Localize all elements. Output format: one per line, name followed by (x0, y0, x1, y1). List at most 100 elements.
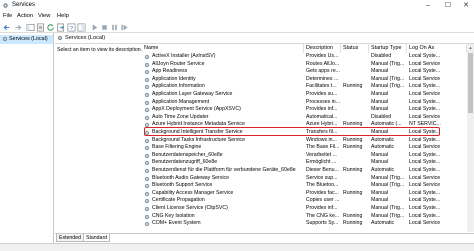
tree-item-services-local[interactable]: Services (Local) (0, 35, 53, 44)
service-row[interactable]: Benutzerdatenspeicher_60e8e Verarbeitet .… (142, 152, 474, 160)
service-status-cell: Running (343, 167, 363, 173)
service-name-cell: Benutzerdatenspeicher_60e8e (152, 151, 223, 158)
service-row[interactable]: Application Information Facilitates t... R… (142, 83, 474, 91)
pause-service-icon[interactable] (110, 23, 119, 32)
service-startup-cell: Manual (Trig... (371, 182, 405, 189)
view-tabs: Extended Standard (55, 233, 474, 242)
service-logon-cell: Local Syste... (409, 197, 441, 204)
title-bar: Services – ☐ ✕ (0, 0, 474, 12)
menu-view[interactable]: View (38, 13, 50, 19)
console-tree: Services (Local) (0, 33, 54, 251)
service-status-cell (343, 53, 369, 61)
minimize-button[interactable]: – (418, 0, 438, 12)
service-row[interactable]: App Readiness Gets apps re... Manual Local … (142, 68, 474, 76)
service-row[interactable]: Application Layer Gateway Service Provide… (142, 91, 474, 99)
service-gear-icon (144, 206, 150, 212)
close-button[interactable]: ✕ (456, 0, 474, 12)
service-row[interactable]: Capability Access Manager Service Provide… (142, 190, 474, 198)
forward-arrow-icon[interactable] (13, 23, 22, 32)
service-name-cell: ActiveX Installer (AxInstSV) (152, 53, 216, 59)
service-gear-icon (144, 115, 150, 120)
menu-file[interactable]: File (3, 13, 12, 19)
service-logon-cell: Local Syste... (409, 53, 441, 59)
service-description-cell: The Base Fil... (306, 144, 340, 151)
service-logon-cell: Local Syste... (409, 159, 441, 166)
service-row[interactable]: Application Identity Determines ... Manual… (142, 76, 474, 84)
service-gear-icon (144, 184, 150, 189)
service-name-cell: Application Identity (152, 75, 196, 82)
service-logon-cell: Local Service (409, 174, 441, 181)
vertical-scrollbar[interactable]: ▲ (467, 44, 474, 232)
service-row[interactable]: Application Management Processes in... Man… (142, 99, 474, 107)
service-startup-cell: Automatic (371, 136, 395, 143)
service-row[interactable]: Auto Time Zone Updater Automatical... Disa… (142, 114, 474, 122)
start-service-icon[interactable] (90, 23, 99, 32)
service-startup-cell: Automatic (371, 144, 395, 151)
column-header-log-on-as[interactable]: Log On As (407, 44, 467, 53)
service-name-cell: Benutzerdienst für die Plattform für ver… (152, 167, 296, 173)
pane-title: Services (Local) (65, 35, 106, 41)
service-description-cell: Verarbeitet ... (306, 151, 337, 158)
service-row[interactable]: ActiveX Installer (AxInstSV) Provides Us.… (142, 53, 474, 61)
properties-icon[interactable] (36, 23, 45, 32)
tab-extended[interactable]: Extended (56, 234, 84, 242)
services-gear-icon (57, 35, 63, 41)
service-status-cell (343, 68, 369, 76)
column-header-description[interactable]: Description (304, 44, 341, 53)
column-header-name[interactable]: Name (142, 44, 304, 53)
service-logon-cell: Local Service (409, 60, 441, 67)
console-tree-icon[interactable] (26, 23, 35, 32)
service-row[interactable]: Certificate Propagation Copies user ... Ma… (142, 197, 474, 205)
service-row[interactable]: Client License Service (ClipSVC) Provides… (142, 205, 474, 213)
service-row[interactable]: CNG Key Isolation The CNG ke... Running Man… (142, 213, 474, 221)
help-icon[interactable]: ? (67, 23, 76, 32)
column-header-startup-type[interactable]: Startup Type (369, 44, 407, 53)
service-row[interactable]: Bluetooth Support Service The Bluetoo... M… (142, 182, 474, 190)
service-gear-icon (144, 161, 150, 166)
service-row[interactable]: COM+ Event System Supports Sy... Running Au… (142, 220, 474, 228)
stop-service-icon[interactable] (100, 23, 109, 32)
export-list-icon[interactable] (56, 23, 65, 32)
service-gear-icon (144, 191, 150, 196)
restart-service-icon[interactable] (120, 23, 129, 32)
service-row[interactable]: AllJoyn Router Service Routes AllJo... Man… (142, 61, 474, 69)
tab-standard[interactable]: Standard (83, 234, 111, 242)
service-row[interactable]: AppX Deployment Service (AppXSVC) Provide… (142, 106, 474, 114)
service-description-cell: Provides inf... (306, 205, 338, 211)
service-gear-icon (144, 108, 150, 113)
service-gear-icon (144, 100, 150, 105)
service-row[interactable]: Bluetooth Audio Gateway Service Service s… (142, 175, 474, 183)
properties-panel-icon[interactable] (77, 23, 86, 32)
service-status-cell (343, 197, 369, 205)
menu-help[interactable]: Help (57, 13, 69, 19)
service-description-cell: Provides fac... (306, 189, 339, 196)
column-header-status[interactable]: Status (341, 44, 369, 53)
scroll-thumb[interactable] (468, 53, 473, 113)
service-row[interactable]: Background Tasks Infrastructure Service W… (142, 137, 474, 145)
service-row[interactable]: Benutzerdienst für die Plattform für ver… (142, 167, 474, 175)
service-description-cell: The Bluetoo... (306, 182, 339, 189)
service-gear-icon (144, 92, 150, 98)
service-logon-cell: Local Service (409, 75, 441, 82)
back-arrow-icon[interactable] (3, 23, 12, 32)
service-row[interactable]: Base Filtering Engine The Base Fil... Runn… (142, 144, 474, 152)
service-startup-cell: Manual (Trig... (371, 205, 405, 211)
service-row[interactable]: Benutzerdatenzugriff_60e8e Ermöglicht ...… (142, 159, 474, 167)
menu-action[interactable]: Action (17, 13, 33, 19)
refresh-icon[interactable] (46, 23, 55, 32)
service-name-cell: Application Management (152, 98, 210, 105)
service-gear-icon (144, 85, 150, 90)
service-name-cell: App Readiness (152, 68, 188, 75)
service-description-cell: Dieser Benu... (306, 167, 339, 173)
scroll-up-arrow-icon[interactable]: ▲ (467, 44, 474, 51)
service-startup-cell: Disabled (371, 113, 392, 120)
service-status-cell: Running (343, 144, 363, 151)
service-gear-icon (144, 146, 150, 151)
service-startup-cell: Manual (371, 68, 389, 75)
service-name-cell: COM+ Event System (152, 220, 201, 227)
service-description-cell: Provides Us... (306, 53, 339, 59)
maximize-button[interactable]: ☐ (438, 0, 458, 12)
service-description-cell: Copies user ... (306, 197, 340, 204)
service-name-cell: Bluetooth Support Service (152, 182, 213, 189)
service-status-cell (343, 114, 369, 122)
